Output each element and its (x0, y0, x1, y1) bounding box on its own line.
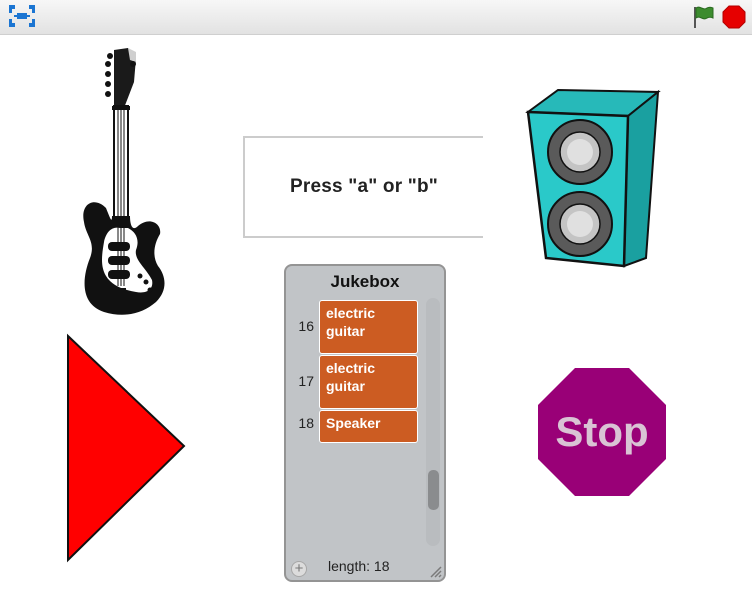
resize-handle-icon[interactable] (428, 564, 442, 578)
play-triangle-sprite[interactable] (64, 332, 190, 564)
list-item-index: 18 (298, 415, 314, 431)
fullscreen-icon[interactable] (8, 4, 36, 28)
stop-icon[interactable] (722, 5, 746, 29)
stop-sign-text: Stop (555, 408, 648, 455)
list-title: Jukebox (330, 272, 400, 291)
list-item-value[interactable]: Speaker (319, 410, 418, 443)
list-item-index: 16 (298, 318, 314, 334)
add-item-button[interactable]: + (291, 561, 307, 577)
stop-sign-sprite[interactable]: Stop (536, 366, 668, 498)
green-flag-icon[interactable] (690, 4, 716, 30)
list-length-label: length: 18 (328, 558, 390, 574)
list-item-value[interactable]: electric guitar (319, 355, 418, 409)
stage-toolbar (0, 0, 752, 35)
list-item-index: 17 (298, 373, 314, 389)
speaker-sprite[interactable] (524, 86, 664, 268)
electric-guitar-sprite[interactable] (76, 46, 168, 318)
say-bubble-text: Press "a" or "b" (289, 176, 438, 197)
jukebox-list-monitor: Jukebox 16 electric guitar 17 electric g… (284, 264, 446, 582)
list-scrollbar-thumb[interactable] (428, 470, 439, 510)
list-item-value[interactable]: electric guitar (319, 300, 418, 354)
say-bubble: Press "a" or "b" (243, 136, 483, 238)
